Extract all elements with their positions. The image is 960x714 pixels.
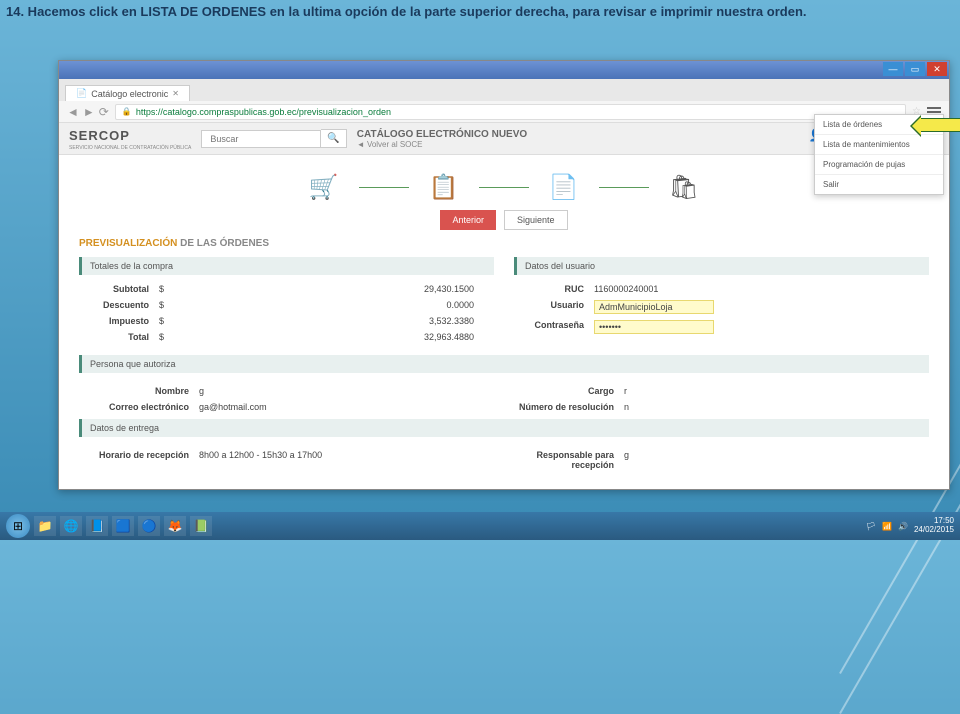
person-header: Persona que autoriza [79,355,929,373]
maximize-button[interactable]: ▭ [905,62,925,76]
url-input[interactable]: 🔒 https://catalogo.compraspublicas.gob.e… [115,104,906,120]
page-content: 🛒 📋 📄 🛍 Anterior Siguiente PREVISUALIZAC… [59,155,949,487]
clipboard-step-icon: 📋 [429,173,459,202]
app-title: CATÁLOGO ELECTRÓNICO NUEVO [357,129,527,140]
user-section: Datos del usuario RUC1160000240001 Usuar… [514,257,929,345]
delivery-header: Datos de entrega [79,419,929,437]
dropdown-item-maintenance[interactable]: Lista de mantenimientos [815,135,943,155]
reload-button[interactable]: ⟳ [99,105,109,119]
minimize-button[interactable]: — [883,62,903,76]
back-link[interactable]: ◄ Volver al SOCE [357,140,527,149]
user-header: Datos del usuario [514,257,929,275]
checkout-step-icon: 🛍 [669,173,699,202]
tab-close-icon[interactable]: ✕ [172,89,179,98]
start-button[interactable]: ⊞ [6,514,30,538]
dropdown-item-exit[interactable]: Salir [815,175,943,194]
prev-button[interactable]: Anterior [440,210,496,230]
password-field[interactable]: ••••••• [594,320,714,334]
task-app[interactable]: 🟦 [112,516,134,536]
clock[interactable]: 17:50 24/02/2015 [914,517,954,535]
cart-step-icon: 🛒 [309,173,339,202]
logo-subtitle: SERVICIO NACIONAL DE CONTRATACIÓN PÚBLIC… [69,145,191,151]
page-title: PREVISUALIZACIÓN DE LAS ÓRDENES [79,238,929,249]
forward-button[interactable]: ► [83,105,95,119]
totals-section: Totales de la compra Subtotal$29,430.150… [79,257,494,345]
tray-network-icon[interactable]: 📶 [882,522,892,531]
step-indicator: 🛒 📋 📄 🛍 [79,173,929,202]
username-field[interactable]: AdmMunicipioLoja [594,300,714,314]
instruction-text: 14. Hacemos click en LISTA DE ORDENES en… [6,4,807,19]
system-tray: 🏳 📶 🔊 17:50 24/02/2015 [866,517,954,535]
list-step-icon: 📄 [549,173,579,202]
delivery-section: Datos de entrega Horario de recepción8h0… [79,419,929,477]
tray-flag-icon[interactable]: 🏳 [866,522,876,531]
back-button[interactable]: ◄ [67,105,79,119]
task-word[interactable]: 📘 [86,516,108,536]
close-button[interactable]: ✕ [927,62,947,76]
url-text: https://catalogo.compraspublicas.gob.ec/… [136,107,391,117]
next-button[interactable]: Siguiente [504,210,568,230]
tab-title: Catálogo electronic [91,89,168,99]
callout-arrow [920,118,960,132]
task-chrome[interactable]: 🌐 [60,516,82,536]
person-section: Persona que autoriza Nombreg Cargor Corr… [79,355,929,419]
task-media[interactable]: 🔵 [138,516,160,536]
lock-icon: 🔒 [122,107,132,116]
tab-bar: 📄 Catálogo electronic ✕ [59,79,949,101]
tray-sound-icon[interactable]: 🔊 [898,522,908,531]
taskbar: ⊞ 📁 🌐 📘 🟦 🔵 🦊 📗 🏳 📶 🔊 17:50 24/02/2015 [0,512,960,540]
task-explorer[interactable]: 📁 [34,516,56,536]
tab-favicon: 📄 [76,88,87,99]
search-input[interactable] [201,130,321,148]
task-firefox[interactable]: 🦊 [164,516,186,536]
task-excel[interactable]: 📗 [190,516,212,536]
logo: SERCOP [69,128,130,143]
browser-tab[interactable]: 📄 Catálogo electronic ✕ [65,85,190,101]
window-titlebar: — ▭ ✕ [59,61,949,79]
totals-header: Totales de la compra [79,257,494,275]
search-button[interactable]: 🔍 [321,129,346,148]
dropdown-item-pujas[interactable]: Programación de pujas [815,155,943,175]
